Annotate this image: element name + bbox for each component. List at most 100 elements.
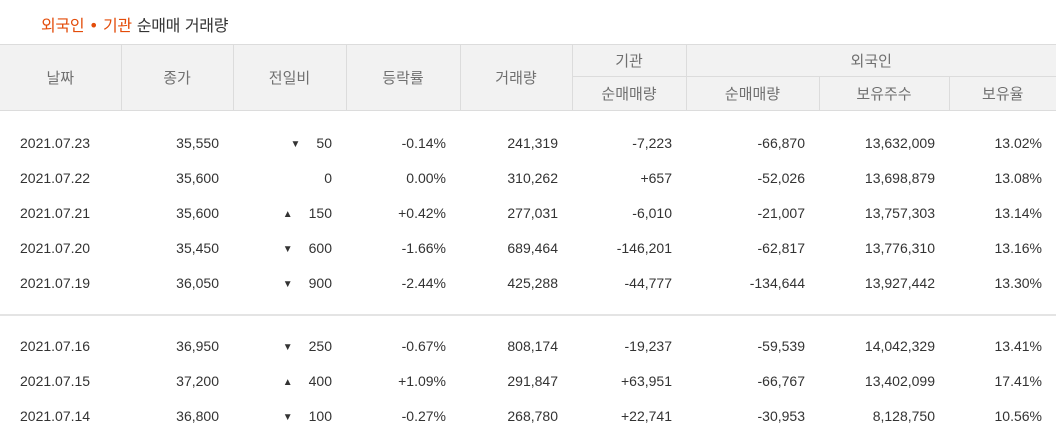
section-title: 외국인 • 기관 순매매 거래량 <box>41 12 228 36</box>
header-change: 전일비 <box>232 44 346 111</box>
cell-volume: 268,780 <box>507 407 558 424</box>
change-value: 0 <box>324 170 332 186</box>
cell-foreign-net: -52,026 <box>757 170 805 186</box>
header-holding-ratio: 보유율 <box>948 76 1056 111</box>
cell-rate: -2.44% <box>401 275 446 291</box>
cell-close: 36,800 <box>176 407 219 424</box>
cell-holdings: 13,632,009 <box>864 135 935 151</box>
cell-date: 2021.07.16 <box>20 338 91 354</box>
cell-close: 37,200 <box>176 373 219 389</box>
cell-inst-net: +22,741 <box>621 407 672 424</box>
cell-rate: -1.66% <box>401 240 446 256</box>
cell-change: ▼ 50 <box>233 126 346 161</box>
table-row: 2021.07.15 37,200 ▲ 400 +1.09% 291,847 +63,951… <box>0 364 1056 399</box>
down-arrow-icon: ▼ <box>290 139 301 150</box>
cell-inst-net: -19,237 <box>624 338 672 354</box>
cell-inst-net: +657 <box>640 170 672 186</box>
cell-foreign-net: -66,870 <box>757 135 805 151</box>
change-value: 50 <box>316 135 332 151</box>
header-holdings: 보유주수 <box>818 76 949 111</box>
cell-volume: 808,174 <box>507 338 558 354</box>
title-rest: 순매매 거래량 <box>136 16 229 35</box>
cell-change: ▼ 600 <box>233 231 346 266</box>
cell-volume: 241,319 <box>507 135 558 151</box>
cell-volume: 425,288 <box>507 275 558 291</box>
cell-holding-ratio: 13.41% <box>994 338 1042 354</box>
cell-holding-ratio: 13.30% <box>994 275 1042 291</box>
cell-holding-ratio: 13.14% <box>994 205 1042 221</box>
cell-change: ▼ 250 <box>233 329 346 364</box>
cell-rate: +0.42% <box>398 205 446 221</box>
cell-foreign-net: -30,953 <box>757 407 805 424</box>
cell-holding-ratio: 13.08% <box>994 170 1042 186</box>
cell-rate: -0.14% <box>401 135 446 151</box>
cell-rate: -0.27% <box>401 407 446 424</box>
cell-holding-ratio: 13.02% <box>994 135 1042 151</box>
cell-close: 36,950 <box>176 338 219 354</box>
change-value: 400 <box>308 373 332 389</box>
cell-holding-ratio: 13.16% <box>994 240 1042 256</box>
cell-inst-net: -146,201 <box>616 240 672 256</box>
change-value: 250 <box>308 338 332 354</box>
cell-date: 2021.07.20 <box>20 240 91 256</box>
cell-foreign-net: -134,644 <box>749 275 805 291</box>
down-arrow-icon: ▼ <box>282 244 293 255</box>
cell-change: ▲ 150 <box>233 196 346 231</box>
cell-rate: 0.00% <box>406 170 446 186</box>
trading-volume-table: 날짜 종가 전일비 등락률 거래량 기관 외국인 순매매량 순매매량 보유주수 … <box>0 44 1056 433</box>
cell-holding-ratio: 10.56% <box>994 407 1042 424</box>
down-arrow-icon: ▼ <box>282 279 293 290</box>
change-value: 150 <box>308 205 332 221</box>
cell-date: 2021.07.21 <box>20 205 91 221</box>
header-institution: 기관 <box>571 44 686 77</box>
row-spacer <box>0 313 1056 329</box>
cell-holdings: 13,776,310 <box>864 240 935 256</box>
cell-holdings: 13,757,303 <box>864 205 935 221</box>
cell-foreign-net: -66,767 <box>757 373 805 389</box>
table-row: 2021.07.21 35,600 ▲ 150 +0.42% 277,031 -6,010 -… <box>0 196 1056 231</box>
header-rate: 등락률 <box>345 44 460 111</box>
cell-close: 35,550 <box>176 135 219 151</box>
cell-holdings: 8,128,750 <box>872 407 935 424</box>
table-body: 2021.07.23 35,550 ▼ 50 -0.14% 241,319 -7,223 -6… <box>0 111 1056 433</box>
table-row: 2021.07.16 36,950 ▼ 250 -0.67% 808,174 -19,237… <box>0 329 1056 364</box>
header-volume: 거래량 <box>459 44 572 111</box>
cell-date: 2021.07.23 <box>20 135 91 151</box>
table-row: 2021.07.23 35,550 ▼ 50 -0.14% 241,319 -7,223 -6… <box>0 126 1056 161</box>
cell-date: 2021.07.14 <box>20 407 91 424</box>
cell-volume: 310,262 <box>507 170 558 186</box>
cell-inst-net: -6,010 <box>632 205 672 221</box>
cell-volume: 689,464 <box>507 240 558 256</box>
cell-rate: -0.67% <box>401 338 446 354</box>
header-close: 종가 <box>120 44 233 111</box>
row-spacer <box>0 111 1056 126</box>
table-row: 2021.07.14 36,800 ▼ 100 -0.27% 268,780 +22,741… <box>0 399 1056 433</box>
cell-inst-net: -7,223 <box>632 135 672 151</box>
cell-inst-net: +63,951 <box>621 373 672 389</box>
cell-foreign-net: -62,817 <box>757 240 805 256</box>
header-foreign-net: 순매매량 <box>685 76 819 111</box>
header-foreign: 외국인 <box>685 44 1056 77</box>
row-spacer <box>0 301 1056 315</box>
cell-volume: 277,031 <box>507 205 558 221</box>
cell-close: 36,050 <box>176 275 219 291</box>
change-value: 600 <box>308 240 332 256</box>
change-value: 900 <box>308 275 332 291</box>
cell-change: 0 <box>233 161 346 196</box>
cell-date: 2021.07.19 <box>20 275 91 291</box>
cell-change: ▲ 400 <box>233 364 346 399</box>
down-arrow-icon: ▼ <box>282 411 293 423</box>
up-arrow-icon: ▲ <box>282 377 293 388</box>
table-row: 2021.07.19 36,050 ▼ 900 -2.44% 425,288 -44,777… <box>0 266 1056 301</box>
table-row: 2021.07.22 35,600 0 0.00% 310,262 +657 -52,026… <box>0 161 1056 196</box>
cell-rate: +1.09% <box>398 373 446 389</box>
cell-change: ▼ 100 <box>233 399 346 433</box>
title-highlight: 외국인 • 기관 <box>41 16 132 35</box>
up-arrow-icon: ▲ <box>282 209 293 220</box>
table-row: 2021.07.20 35,450 ▼ 600 -1.66% 689,464 -146,20… <box>0 231 1056 266</box>
header-inst-net: 순매매량 <box>571 76 686 111</box>
table-header: 날짜 종가 전일비 등락률 거래량 기관 외국인 순매매량 순매매량 보유주수 … <box>0 44 1056 111</box>
cell-holding-ratio: 17.41% <box>994 373 1042 389</box>
cell-change: ▼ 900 <box>233 266 346 301</box>
cell-close: 35,450 <box>176 240 219 256</box>
